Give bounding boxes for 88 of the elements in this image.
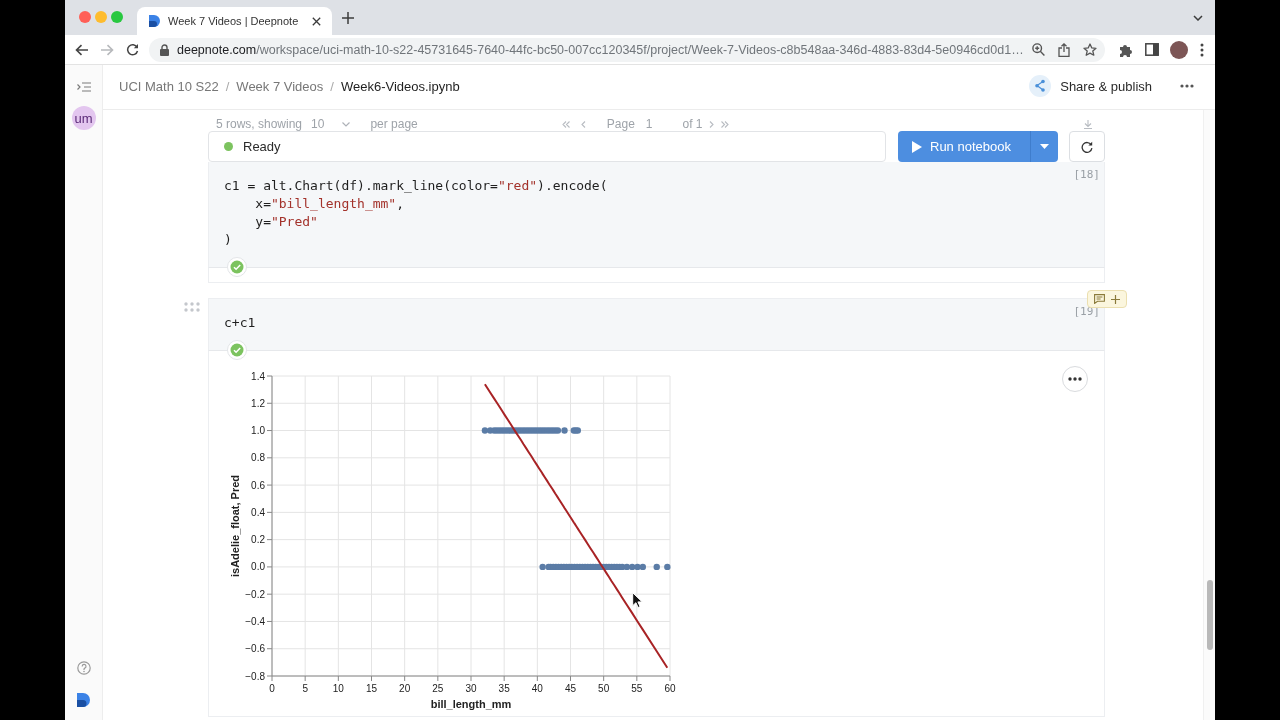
x-tick-label: 40 — [531, 683, 543, 694]
y-tick-label: −0.8 — [245, 670, 265, 682]
code-line: y="Pred" — [254, 213, 319, 231]
y-tick-label: −0.4 — [245, 615, 265, 627]
profile-avatar[interactable] — [1170, 40, 1188, 59]
caret-down-icon — [1040, 144, 1049, 149]
side-panel-icon[interactable] — [1145, 43, 1159, 56]
minimize-dot-icon[interactable] — [95, 10, 107, 23]
x-tick-label: 35 — [498, 683, 510, 694]
plus-icon[interactable] — [342, 11, 354, 24]
breadcrumb-link[interactable]: Week6-Videos.ipynb — [340, 78, 460, 94]
breadcrumb-separator: / — [330, 78, 334, 94]
x-axis-title: bill_length_mm — [430, 698, 512, 710]
caret-down-icon[interactable] — [342, 122, 351, 127]
more-icon — [1068, 377, 1082, 381]
close-dot-icon[interactable] — [79, 10, 91, 23]
status-text: Ready — [243, 139, 281, 154]
breadcrumb-link[interactable]: UCI Math 10 S22 — [119, 78, 219, 94]
rows-count-text: 5 rows, showing — [216, 118, 303, 131]
y-axis-title: isAdelie_float, Pred — [229, 474, 241, 578]
x-tick-label: 45 — [564, 683, 577, 694]
page-label: Page — [606, 118, 635, 131]
y-tick-label: −0.2 — [245, 588, 265, 600]
puzzle-piece-icon[interactable] — [1119, 42, 1133, 57]
code-line: c+c1 — [224, 314, 257, 332]
run-options-dropdown[interactable] — [1030, 131, 1058, 162]
output-options-button[interactable] — [1062, 366, 1088, 392]
per-page-text: per page — [370, 118, 418, 131]
more-options-icon[interactable] — [1200, 42, 1204, 57]
y-tick-label: 0.8 — [251, 452, 265, 464]
x-tick-label: 10 — [332, 683, 344, 694]
y-tick-label: 1.0 — [251, 425, 265, 437]
chevron-down-icon[interactable] — [1193, 14, 1203, 21]
comment-icon — [1094, 294, 1105, 304]
x-tick-label: 60 — [664, 683, 676, 694]
url-text[interactable]: deepnote.com/workspace/uci-math-10-s22-45731645-7640-44fc-bc50-007cc120345f/project/Week-7-Videos-c8b548aa-346d-4883-83d4-5e0946cd0d1… — [177, 42, 1024, 57]
address-bar[interactable]: deepnote.com/workspace/uci-math-10-s22-45731645-7640-44fc-bc50-007cc120345f/project/Week-7-Videos-c8b548aa-346d-4883-83d4-5e0946cd0d1… — [149, 37, 1105, 62]
breadcrumb-link[interactable]: Week 7 Videos — [236, 78, 324, 94]
code-cell[interactable]: c+c1 [19] — [208, 298, 1105, 350]
star-icon[interactable] — [1083, 42, 1097, 57]
y-tick-label: 0.0 — [251, 561, 265, 573]
user-avatar[interactable]: um — [71, 106, 96, 130]
x-tick-label: 25 — [432, 683, 444, 694]
play-icon — [912, 140, 922, 153]
share-publish-button[interactable]: Share & publish — [1029, 75, 1154, 97]
code-line: c1 = alt.Chart(df).mark_line(color="red").encode( — [224, 177, 609, 195]
refresh-icon — [1081, 140, 1093, 153]
code-line: x="bill_length_mm", — [254, 195, 406, 213]
status-dot-icon — [224, 142, 233, 151]
logo-icon[interactable] — [75, 692, 92, 708]
x-tick-label: 15 — [365, 683, 378, 694]
y-tick-label: 0.4 — [251, 506, 265, 518]
y-tick-label: 0.6 — [251, 479, 265, 491]
code-cell[interactable]: c1 = alt.Chart(df).mark_line(color="red").encode( x="bill_length_mm", y="Pred" ) [18] — [208, 162, 1105, 267]
x-tick-label: 5 — [302, 683, 308, 694]
reload-icon[interactable] — [126, 43, 139, 56]
sidebar-toggle-icon[interactable] — [76, 82, 91, 92]
execution-count: [18] — [1073, 169, 1100, 183]
maximize-dot-icon[interactable] — [111, 10, 123, 23]
browser-tab[interactable]: Week 7 Videos | Deepnote — [137, 7, 332, 35]
help-icon[interactable] — [76, 661, 91, 675]
x-tick-label: 0 — [269, 683, 275, 694]
x-tick-label: 20 — [399, 683, 411, 694]
execution-count: [19] — [1073, 306, 1100, 320]
back-arrow-icon[interactable] — [75, 43, 89, 56]
zoom-in-icon[interactable] — [1032, 43, 1045, 56]
y-tick-label: 0.2 — [251, 534, 265, 546]
x-tick-label: 50 — [598, 683, 610, 694]
mouse-pointer-icon — [632, 592, 643, 608]
scrollbar-thumb[interactable] — [1207, 580, 1213, 650]
restart-button[interactable] — [1069, 131, 1105, 162]
x-tick-label: 30 — [465, 683, 477, 694]
lock-icon — [160, 43, 169, 56]
share-icon[interactable] — [1058, 42, 1070, 57]
logo-icon — [148, 14, 162, 28]
breadcrumb-separator: / — [225, 78, 230, 94]
y-tick-label: 1.2 — [251, 397, 265, 409]
share-icon — [1029, 75, 1052, 97]
more-icon[interactable] — [1180, 84, 1194, 88]
x-tick-label: 55 — [631, 683, 643, 694]
drag-handle-icon[interactable] — [184, 302, 200, 312]
page-total-text: of 1 — [682, 118, 703, 131]
y-tick-label: 1.4 — [251, 370, 265, 382]
code-line: ) — [224, 231, 233, 249]
close-icon[interactable] — [312, 16, 321, 26]
y-tick-label: −0.6 — [245, 643, 265, 655]
plus-icon — [1111, 294, 1120, 304]
add-comment-button[interactable] — [1087, 290, 1127, 308]
